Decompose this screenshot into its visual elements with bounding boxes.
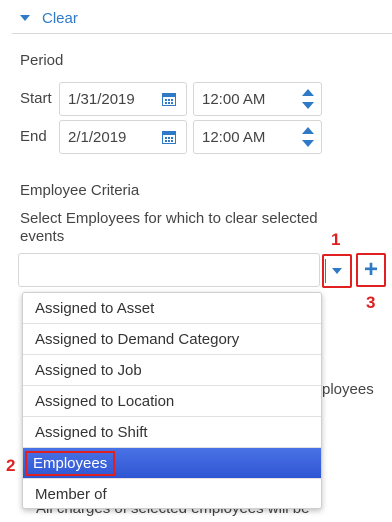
employee-selector-input[interactable] (18, 253, 320, 287)
start-label: Start (20, 90, 52, 107)
dropdown-option-assigned-to-shift[interactable]: Assigned to Shift (23, 417, 321, 448)
section-title: Clear (42, 9, 78, 27)
dropdown-option-assigned-to-demand-category[interactable]: Assigned to Demand Category (23, 324, 321, 355)
spinner-up-icon[interactable] (302, 127, 314, 134)
dropdown-separator (325, 259, 326, 283)
time-spinner[interactable] (301, 127, 315, 147)
obscured-text-right: ployees (322, 381, 374, 398)
dropdown-option-assigned-to-job[interactable]: Assigned to Job (23, 355, 321, 386)
spinner-up-icon[interactable] (302, 89, 314, 96)
calendar-icon[interactable] (162, 130, 176, 144)
chevron-down-icon (20, 15, 30, 21)
chevron-down-icon (332, 268, 342, 274)
calendar-icon[interactable] (162, 92, 176, 106)
start-date-value: 1/31/2019 (68, 90, 135, 108)
dropdown-option-assigned-to-asset[interactable]: Assigned to Asset (23, 293, 321, 324)
start-date-field[interactable]: 1/31/2019 (59, 82, 187, 116)
dropdown-option-employees[interactable]: Employees (23, 448, 321, 479)
spinner-down-icon[interactable] (302, 102, 314, 109)
spinner-down-icon[interactable] (302, 140, 314, 147)
add-button[interactable]: + (356, 253, 386, 287)
end-date-field[interactable]: 2/1/2019 (59, 120, 187, 154)
end-time-value: 12:00 AM (202, 128, 266, 146)
annotation-3: 3 (366, 293, 376, 312)
end-date-value: 2/1/2019 (68, 128, 127, 146)
start-time-value: 12:00 AM (202, 90, 266, 108)
employee-criteria-dropdown[interactable]: Assigned to Asset Assigned to Demand Cat… (22, 292, 322, 509)
dropdown-toggle-button[interactable] (322, 254, 352, 288)
end-time-field[interactable]: 12:00 AM (193, 120, 322, 154)
employee-criteria-description: Select Employees for which to clear sele… (20, 210, 318, 245)
annotation-2: 2 (6, 456, 16, 475)
plus-icon: + (363, 256, 378, 283)
clear-section-header[interactable]: Clear (20, 8, 78, 28)
dropdown-option-assigned-to-location[interactable]: Assigned to Location (23, 386, 321, 417)
annotation-1: 1 (331, 230, 341, 249)
end-label: End (20, 128, 47, 145)
start-time-field[interactable]: 12:00 AM (193, 82, 322, 116)
time-spinner[interactable] (301, 89, 315, 109)
dropdown-option-member-of[interactable]: Member of (23, 479, 321, 508)
employee-criteria-label: Employee Criteria (20, 182, 140, 199)
divider (12, 33, 392, 34)
period-label: Period (20, 52, 64, 69)
